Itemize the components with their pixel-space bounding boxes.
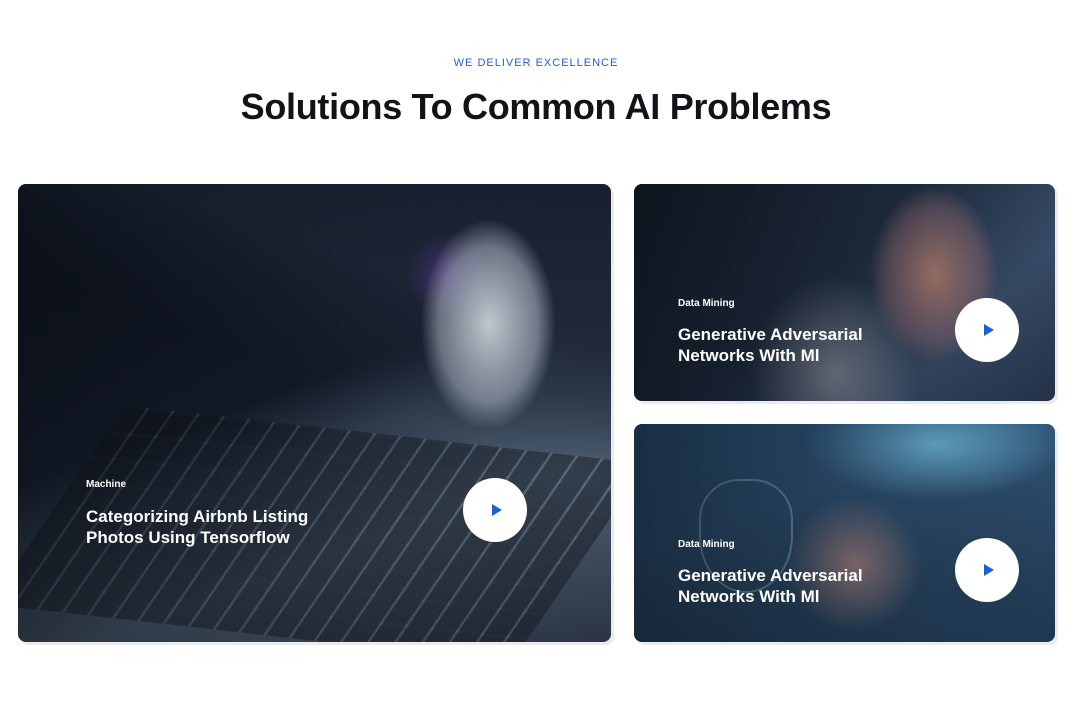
card-title[interactable]: Generative Adversarial Networks With Ml: [678, 324, 863, 366]
section-title: Solutions To Common AI Problems: [240, 86, 832, 127]
play-icon: [983, 564, 994, 576]
card-image-overlay: [634, 424, 1055, 642]
play-button[interactable]: [955, 538, 1019, 602]
card-title[interactable]: Generative Adversarial Networks With Ml: [678, 565, 863, 607]
play-icon: [983, 324, 994, 336]
card-category: Data Mining: [678, 539, 735, 550]
solution-card-top[interactable]: Data Mining Generative Adversarial Netwo…: [634, 184, 1055, 401]
card-title-line: Generative Adversarial: [678, 325, 863, 344]
card-title-line: Generative Adversarial: [678, 566, 863, 585]
solution-card-bottom[interactable]: Data Mining Generative Adversarial Netwo…: [634, 424, 1055, 642]
card-image-overlay: [18, 184, 611, 642]
solution-card-large[interactable]: Machine Categorizing Airbnb Listing Phot…: [18, 184, 611, 642]
card-category: Machine: [86, 479, 127, 490]
play-icon: [491, 504, 502, 516]
card-title-line: Networks With Ml: [678, 587, 820, 606]
play-button[interactable]: [463, 478, 527, 542]
card-image-overlay: [634, 184, 1055, 401]
play-button[interactable]: [955, 298, 1019, 362]
card-category: Data Mining: [678, 298, 735, 309]
card-title[interactable]: Categorizing Airbnb Listing Photos Using…: [86, 506, 308, 548]
section-eyebrow: WE DELIVER EXCELLENCE: [453, 57, 619, 69]
card-title-line: Categorizing Airbnb Listing: [86, 507, 309, 526]
card-title-line: Networks With Ml: [678, 346, 820, 365]
card-title-line: Photos Using Tensorflow: [86, 528, 290, 547]
